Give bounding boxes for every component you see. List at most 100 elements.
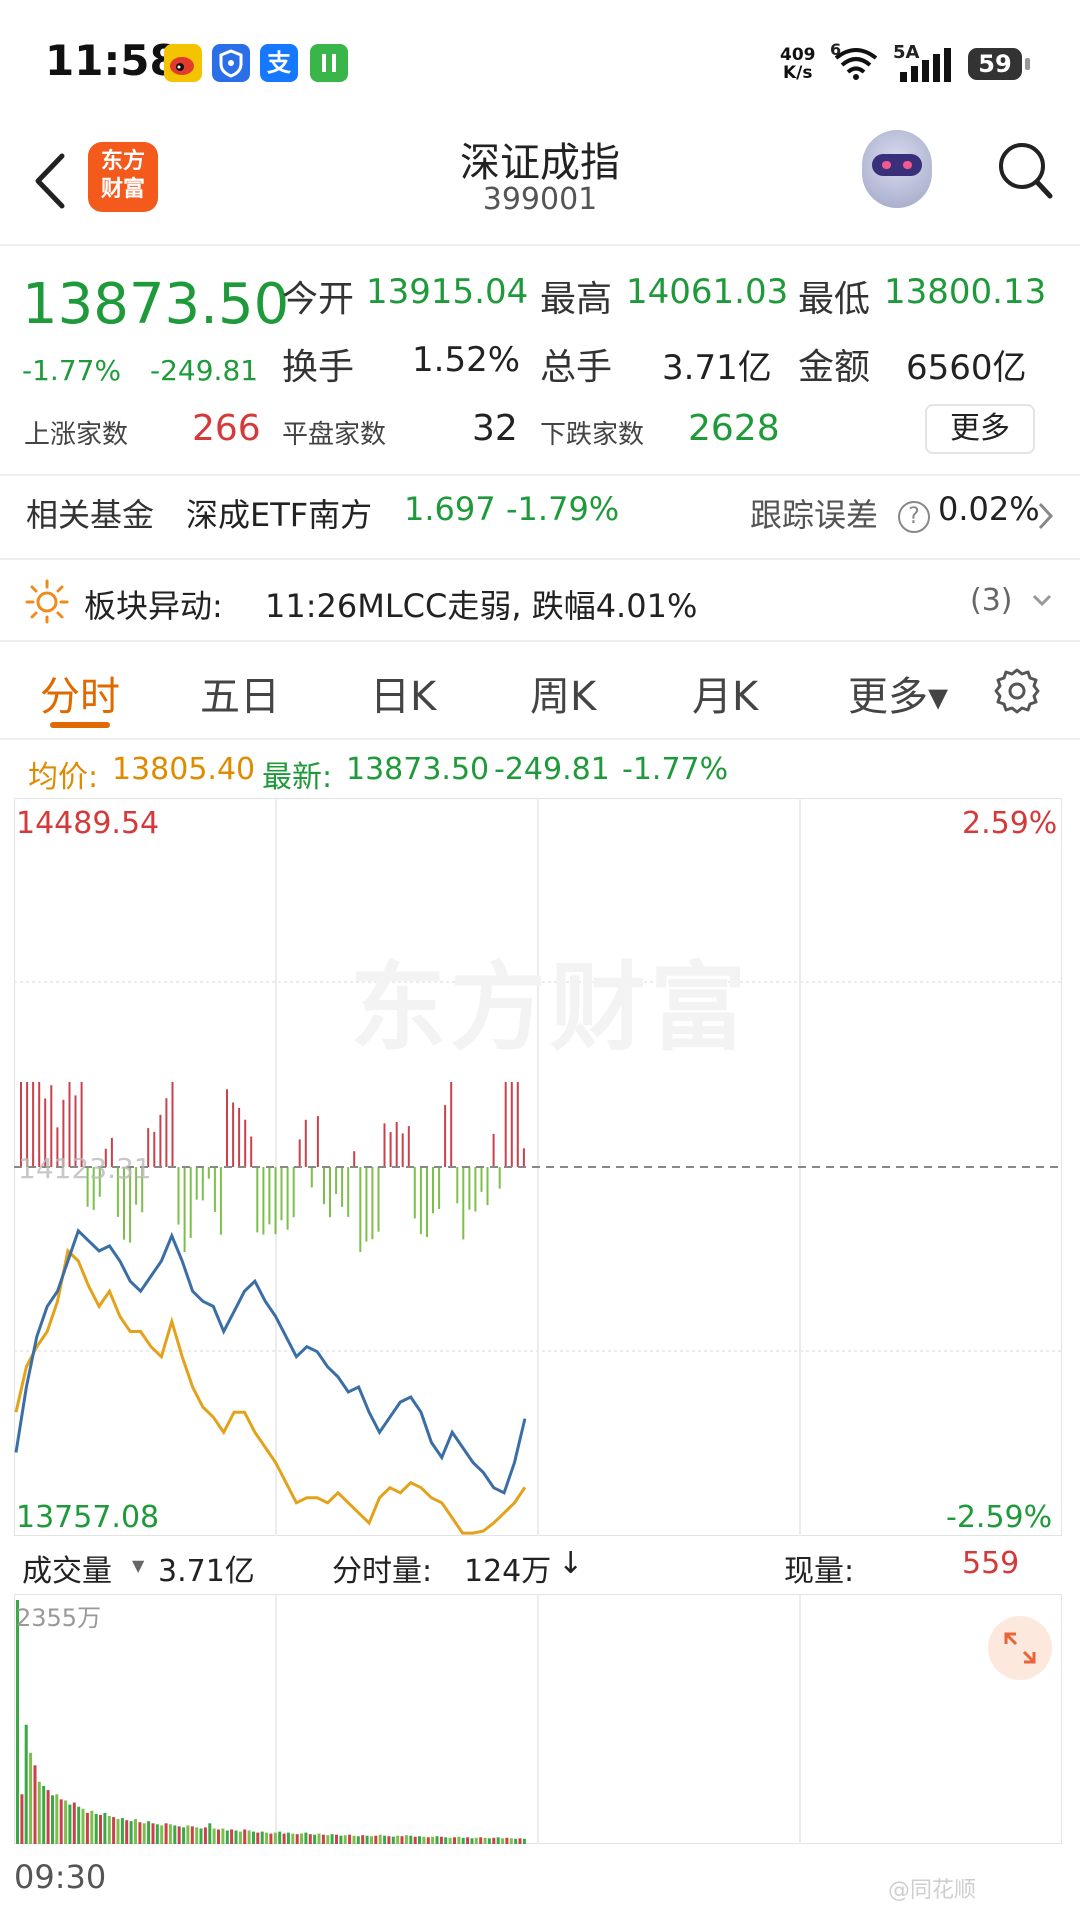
volume-bar [505, 1837, 509, 1844]
flow-bar [419, 1167, 422, 1235]
volume-bar [374, 1835, 378, 1844]
flow-bar [389, 1132, 392, 1167]
flow-bar [516, 1082, 519, 1167]
down-count-label: 下跌家数 [540, 420, 645, 450]
sector-alert-text[interactable]: 11:26MLCC走弱, 跌幅4.01% [265, 581, 697, 627]
related-fund-name[interactable]: 深成ETF南方 [186, 490, 372, 536]
prev-close-label: 14123.31 [18, 1152, 152, 1185]
volume-bar [252, 1831, 255, 1844]
volume-selector[interactable]: 成交量 [22, 1546, 112, 1590]
assistant-avatar-icon[interactable] [862, 130, 932, 208]
flow-bar [298, 1139, 301, 1167]
network-speed-value: 409 [780, 45, 816, 65]
more-button[interactable]: 更多 [925, 404, 1035, 454]
volume-bar [269, 1833, 273, 1844]
volume-bar [37, 1781, 41, 1844]
y-axis-top-label: 14489.54 [16, 806, 160, 841]
flow-bar [462, 1167, 465, 1240]
volume-chart[interactable] [14, 1594, 1062, 1844]
volume-value: 3.71亿 [662, 348, 772, 388]
volume-bar [24, 1724, 28, 1844]
volume-bar [138, 1822, 142, 1844]
tracking-error-label: 跟踪误差 [750, 496, 879, 534]
volume-bar [470, 1838, 474, 1844]
header: 东方 财富 深证成指 399001 [0, 120, 1080, 245]
volume-bar [164, 1823, 168, 1844]
latest-label: 最新: [262, 760, 333, 795]
volume-bar [400, 1836, 404, 1844]
search-icon[interactable] [994, 138, 1056, 204]
volume-bar [116, 1819, 120, 1844]
volume-bar [120, 1818, 124, 1844]
dropdown-triangle-icon[interactable]: ▼ [132, 1556, 144, 1575]
volume-bar [256, 1832, 260, 1844]
volume-bar [77, 1806, 81, 1844]
volume-bar [243, 1829, 247, 1844]
intraday-price-chart[interactable]: 14123.31 [14, 798, 1062, 1536]
help-icon[interactable]: ? [898, 501, 930, 533]
y2-axis-bottom-label: -2.59% [946, 1500, 1053, 1535]
flow-bar [323, 1167, 325, 1205]
volume-bar [151, 1823, 155, 1844]
volume-bar [518, 1838, 522, 1844]
flow-bar [341, 1167, 344, 1207]
flow-bar [353, 1151, 356, 1167]
volume-bar [413, 1836, 417, 1844]
flow-bar [177, 1167, 180, 1225]
flow-bar [189, 1167, 192, 1238]
tab-weekly-k[interactable]: 周K [530, 664, 596, 722]
flow-bar [256, 1167, 259, 1233]
volume-bar [16, 1600, 19, 1844]
volume-bar [487, 1838, 491, 1844]
volume-bar [217, 1829, 220, 1844]
tab-daily-k[interactable]: 日K [370, 664, 436, 722]
gear-icon[interactable] [992, 666, 1042, 716]
volume-bar [431, 1836, 435, 1844]
change-amount: -249.81 [150, 354, 259, 387]
amount-label: 金额 [798, 347, 871, 388]
volume-bar [496, 1837, 500, 1844]
tab-intraday[interactable]: 分时 [40, 664, 120, 722]
volume-bar [304, 1832, 308, 1844]
volume-bar [247, 1830, 251, 1844]
volume-bar [182, 1827, 186, 1844]
volume-bar [238, 1831, 242, 1844]
volume-bar [134, 1819, 137, 1844]
current-volume-value: 559 [962, 1546, 1020, 1581]
quote-divider [0, 474, 1080, 476]
volume-bar [356, 1836, 360, 1844]
volume-bar [343, 1835, 347, 1844]
volume-bar [225, 1830, 229, 1844]
volume-bar [177, 1826, 181, 1844]
volume-bar [330, 1834, 334, 1844]
volume-bar [474, 1837, 478, 1844]
volume-bar [335, 1834, 338, 1844]
high-value: 14061.03 [626, 272, 789, 312]
volume-bar [396, 1835, 400, 1844]
chevron-right-icon[interactable] [1036, 498, 1056, 538]
volume-bar [81, 1808, 85, 1844]
tab-divider [0, 738, 1080, 740]
tab-monthly-k[interactable]: 月K [692, 664, 758, 722]
volume-bar [112, 1817, 116, 1844]
weibo-icon [164, 44, 202, 82]
tab-more[interactable]: 更多▾ [848, 664, 948, 722]
flat-count-label: 平盘家数 [282, 420, 387, 450]
volume-bar [492, 1837, 496, 1844]
flow-bar [329, 1167, 331, 1218]
chevron-down-icon[interactable] [1030, 588, 1054, 612]
volume-bar [509, 1838, 513, 1844]
volume-bar [186, 1825, 190, 1844]
volume-bar [514, 1838, 518, 1844]
tab-five-day[interactable]: 五日 [200, 664, 280, 722]
expand-icon[interactable] [988, 1616, 1052, 1680]
flow-bar [468, 1167, 471, 1210]
fund-divider [0, 558, 1080, 560]
low-label: 最低 [798, 279, 871, 320]
volume-bar [286, 1832, 290, 1844]
flow-bar [450, 1082, 453, 1167]
volume-bar [339, 1835, 343, 1844]
flow-bar [195, 1167, 198, 1200]
volume-bar [99, 1815, 102, 1844]
volume-bar [59, 1799, 63, 1844]
